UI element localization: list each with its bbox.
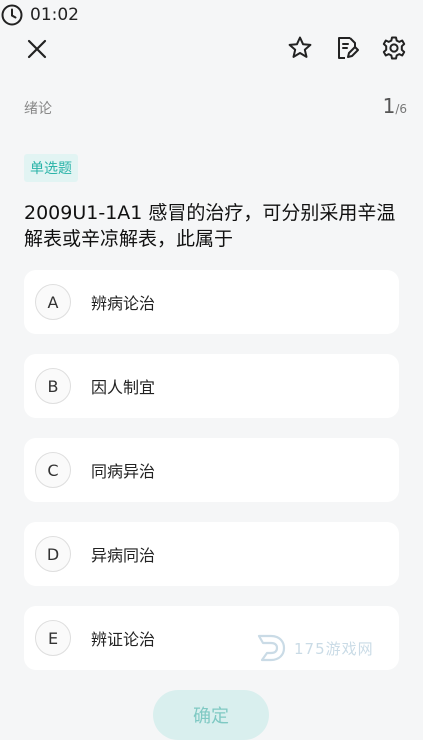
confirm-button[interactable]: 确定: [153, 690, 269, 740]
close-button[interactable]: [22, 34, 52, 64]
question-area: 单选题 2009U1-1A1 感冒的治疗，可分别采用辛温解表或辛凉解表，此属于 …: [0, 132, 423, 740]
settings-button[interactable]: [378, 32, 410, 64]
option-letter: B: [35, 368, 71, 404]
option-letter: D: [35, 536, 71, 572]
option-d[interactable]: D 异病同治: [24, 522, 399, 586]
option-a[interactable]: A 辨病论治: [24, 270, 399, 334]
progress-current: 1: [382, 94, 396, 118]
star-icon: [288, 36, 312, 58]
question-progress: 1/6: [383, 92, 407, 123]
question-type-badge: 单选题: [24, 154, 78, 182]
option-letter: E: [35, 620, 71, 656]
note-button[interactable]: [331, 32, 363, 64]
chapter-bar: 绪论 1/6: [0, 94, 423, 133]
option-letter: C: [35, 452, 71, 488]
close-icon: [27, 39, 47, 59]
favorite-button[interactable]: [284, 32, 316, 64]
option-text: 因人制宜: [91, 378, 156, 397]
option-text: 辨病论治: [91, 294, 156, 313]
option-c[interactable]: C 同病异治: [24, 438, 399, 502]
watermark: 175游戏网: [254, 628, 384, 668]
note-edit-icon: [338, 37, 359, 59]
option-letter: A: [35, 284, 71, 320]
clock-icon: [1, 4, 23, 26]
timer-text: 01:02: [30, 5, 79, 25]
option-text: 辨证论治: [91, 630, 156, 649]
question-text: 2009U1-1A1 感冒的治疗，可分别采用辛温解表或辛凉解表，此属于: [24, 202, 396, 250]
gear-icon: [382, 36, 406, 60]
option-text: 同病异治: [91, 462, 156, 481]
watermark-text: 175游戏网: [294, 639, 374, 658]
timer: 01:02: [0, 0, 423, 30]
option-text: 异病同治: [91, 546, 156, 565]
watermark-logo-icon: [257, 634, 286, 662]
chapter-title: 绪论: [24, 101, 52, 117]
top-bar: 01:02: [0, 0, 423, 98]
progress-total: /6: [395, 102, 407, 116]
option-b[interactable]: B 因人制宜: [24, 354, 399, 418]
